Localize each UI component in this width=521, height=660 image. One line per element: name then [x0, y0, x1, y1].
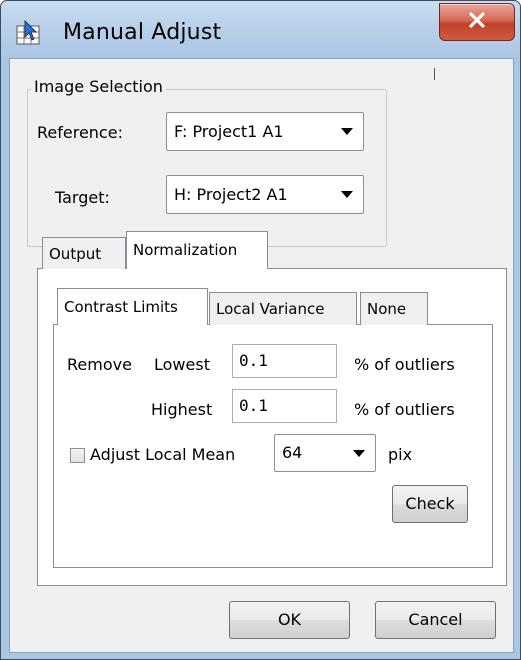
check-button[interactable]: Check: [392, 485, 468, 523]
chevron-down-icon: [341, 128, 353, 135]
highest-input[interactable]: 0.1: [232, 389, 337, 423]
cancel-button-label: Cancel: [408, 610, 463, 629]
local-mean-select-value: 64: [282, 443, 303, 462]
reference-label: Reference:: [37, 123, 123, 142]
title-bar[interactable]: Manual Adjust: [1, 1, 520, 59]
adjust-local-mean-label: Adjust Local Mean: [90, 445, 236, 464]
tab-local-variance[interactable]: Local Variance: [209, 292, 357, 325]
remove-label: Remove: [67, 355, 132, 374]
window-title: Manual Adjust: [63, 20, 222, 45]
tab-contrast-limits[interactable]: Contrast Limits: [57, 288, 208, 325]
reference-select[interactable]: F: Project1 A1: [166, 112, 364, 151]
tab-local-variance-label: Local Variance: [216, 300, 325, 318]
lowest-label: Lowest: [154, 355, 210, 374]
lowest-input[interactable]: 0.1: [232, 344, 337, 378]
tab-none[interactable]: None: [360, 292, 428, 325]
target-select-value: H: Project2 A1: [174, 185, 288, 204]
chevron-down-icon: [353, 450, 365, 457]
lowest-unit: % of outliers: [354, 355, 455, 374]
target-label: Target:: [55, 188, 110, 207]
tab-none-label: None: [367, 300, 407, 318]
dialog-window: Manual Adjust Image Selection Reference:…: [0, 0, 521, 660]
highest-label: Highest: [151, 400, 213, 419]
lowest-input-value: 0.1: [239, 351, 268, 370]
target-select[interactable]: H: Project2 A1: [166, 175, 364, 214]
divider-tick: [434, 68, 435, 80]
tab-output-label: Output: [49, 245, 102, 263]
highest-input-value: 0.1: [239, 396, 268, 415]
tab-normalization-label: Normalization: [133, 241, 238, 259]
highest-unit: % of outliers: [354, 400, 455, 419]
tab-normalization[interactable]: Normalization: [126, 231, 268, 269]
local-mean-select[interactable]: 64: [274, 434, 376, 472]
tab-contrast-limits-label: Contrast Limits: [64, 298, 178, 316]
close-button[interactable]: [439, 3, 515, 41]
grid-cursor-icon: [15, 20, 43, 48]
tab-output[interactable]: Output: [42, 237, 126, 269]
cancel-button[interactable]: Cancel: [375, 601, 496, 639]
ok-button-label: OK: [277, 610, 302, 629]
local-mean-unit: pix: [388, 445, 413, 464]
adjust-local-mean-checkbox[interactable]: [70, 448, 85, 463]
ok-button[interactable]: OK: [229, 601, 350, 639]
close-icon: [467, 11, 487, 33]
check-button-label: Check: [405, 494, 455, 513]
reference-select-value: F: Project1 A1: [174, 122, 284, 141]
chevron-down-icon: [341, 191, 353, 198]
dialog-client-area: Image Selection Reference: F: Project1 A…: [9, 58, 514, 653]
image-selection-legend: Image Selection: [31, 77, 166, 96]
